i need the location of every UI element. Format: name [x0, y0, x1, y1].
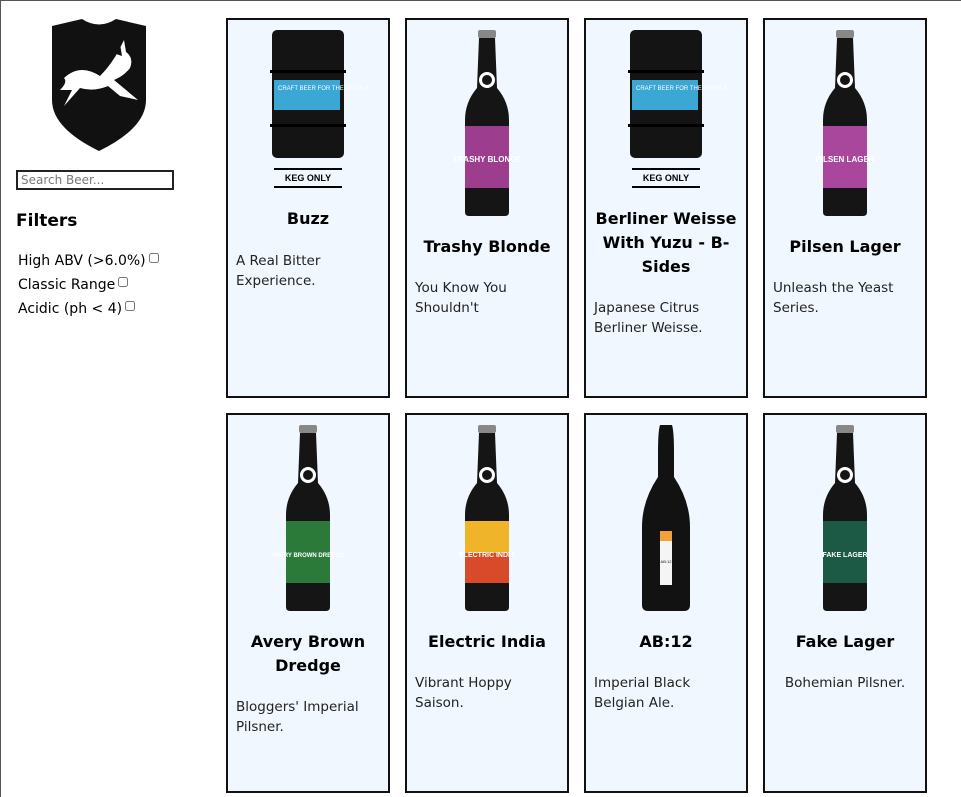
beer-tagline: Vibrant Hoppy Saison. — [415, 675, 512, 711]
beer-tagline: A Real Bitter Experience. — [236, 253, 321, 289]
bottle-icon: ELECTRIC INDIA — [459, 425, 515, 611]
bottle-icon: TRASHY BLONDE — [453, 30, 522, 216]
beer-name: Electric India — [428, 632, 546, 651]
search-input[interactable] — [16, 170, 174, 190]
keg-label-text: CRAFT BEER FOR THE PEOPLE — [636, 86, 727, 92]
beer-card-berliner-weisse[interactable]: CRAFT BEER FOR THE PEOPLE KEG ONLY Berli… — [584, 18, 748, 398]
beer-card-electric-india[interactable]: ELECTRIC INDIA Electric India Vibrant Ho… — [405, 413, 569, 793]
beer-card-trashy-blonde[interactable]: TRASHY BLONDE Trashy Blonde You Know You… — [405, 18, 569, 398]
filter-acidic[interactable]: Acidic (ph < 4) — [18, 301, 136, 317]
keg-label-text: CRAFT BEER FOR THE PEOPLE — [278, 86, 369, 92]
beer-name: Avery Brown Dredge — [250, 632, 366, 675]
beer-name: AB:12 — [639, 632, 693, 651]
beer-name: Fake Lager — [795, 632, 895, 651]
bottle-label-text: FAKE LAGER — [822, 552, 867, 559]
keg-only-text: KEG ONLY — [643, 173, 689, 183]
bottle-label-text: PILSEN LAGER — [815, 155, 874, 164]
filter-high-abv-checkbox[interactable] — [148, 253, 159, 263]
brewdog-shield-logo-icon — [52, 19, 146, 151]
bottle-icon: PILSEN LAGER — [815, 30, 875, 216]
beer-tagline: Japanese Citrus Berliner Weisse. — [594, 300, 703, 336]
beer-card-buzz[interactable]: CRAFT BEER FOR THE PEOPLE KEG ONLY Buzz … — [226, 18, 390, 398]
keg-icon: CRAFT BEER FOR THE PEOPLE KEG ONLY — [628, 30, 727, 188]
beer-card-ab12[interactable]: AB:12 AB:12 Imperial Black Belgian Ale. — [584, 413, 748, 793]
beer-tagline: Imperial Black Belgian Ale. — [594, 675, 691, 711]
keg-icon: CRAFT BEER FOR THE PEOPLE KEG ONLY — [270, 30, 369, 188]
beer-card-avery-brown-dredge[interactable]: AVERY BROWN DREDGE Avery Brown Dredge Bl… — [226, 413, 390, 793]
bottle-label-text: AVERY BROWN DREDGE — [272, 553, 344, 559]
filter-label: Acidic (ph < 4) — [18, 301, 123, 317]
bottle-label-text: TRASHY BLONDE — [453, 155, 522, 164]
beer-name: Trashy Blonde — [423, 237, 551, 256]
bottle-icon: AVERY BROWN DREDGE — [272, 425, 344, 611]
beer-name: Pilsen Lager — [789, 237, 901, 256]
beer-tagline: Bohemian Pilsner. — [784, 675, 906, 691]
filter-classic-range[interactable]: Classic Range — [18, 277, 129, 293]
beer-name: Berliner Weisse With Yuzu - B-Sides — [595, 209, 737, 276]
beer-tagline: You Know You Shouldn't — [415, 280, 507, 316]
beer-card-pilsen-lager[interactable]: PILSEN LAGER Pilsen Lager Unleash the Ye… — [763, 18, 927, 398]
bottle-label-text: AB:12 — [661, 559, 673, 564]
filters-title: Filters — [16, 211, 78, 231]
filter-label: Classic Range — [18, 277, 116, 293]
filter-high-abv[interactable]: High ABV (>6.0%) — [18, 253, 159, 269]
filter-classic-range-checkbox[interactable] — [118, 277, 129, 287]
beer-card-fake-lager[interactable]: FAKE LAGER Fake Lager Bohemian Pilsner. — [763, 413, 927, 793]
beer-name: Buzz — [286, 209, 330, 228]
beer-tagline: Bloggers' Imperial Pilsner. — [236, 699, 359, 735]
filter-label: High ABV (>6.0%) — [18, 253, 146, 269]
keg-only-text: KEG ONLY — [285, 173, 331, 183]
beer-tagline: Unleash the Yeast Series. — [773, 280, 894, 316]
sidebar: Filters High ABV (>6.0%) Classic Range A… — [0, 0, 210, 797]
bottle-label-text: ELECTRIC INDIA — [459, 552, 515, 559]
champagne-bottle-icon: AB:12 — [642, 425, 690, 611]
filter-acidic-checkbox[interactable] — [125, 301, 136, 311]
bottle-icon: FAKE LAGER — [822, 425, 868, 611]
